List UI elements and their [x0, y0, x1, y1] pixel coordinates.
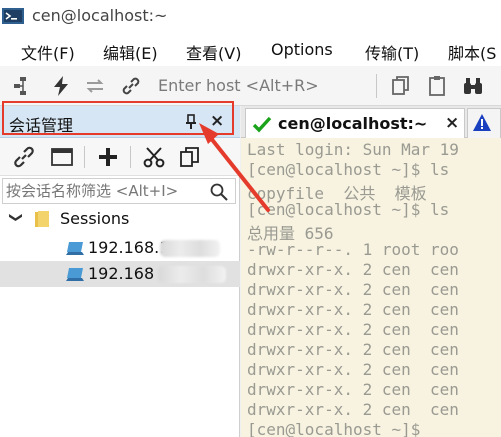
- panel-toolbar-divider: [84, 146, 85, 168]
- menu-bar: 文件(F) 编辑(E) 查看(V) Options 传输(T) 脚本(S: [0, 34, 501, 66]
- terminal-line: drwxr-xr-x. 2 cen cen: [247, 340, 459, 359]
- terminal-line: [cen@localhost ~]$: [247, 420, 421, 437]
- redacted-blur: [160, 240, 220, 257]
- window-title: cen@localhost:~: [32, 6, 168, 25]
- tree-host-row[interactable]: 192.168.1: [0, 235, 240, 261]
- warning-icon: [473, 114, 491, 131]
- search-icon[interactable]: [209, 182, 229, 202]
- panel-toolbar-divider: [130, 146, 131, 168]
- tree-root-sessions[interactable]: ❯ Sessions: [0, 206, 240, 232]
- terminal-line: Last login: Sun Mar 19: [247, 140, 459, 159]
- title-bar: cen@localhost:~: [0, 0, 501, 34]
- annotation-highlight-box: [2, 101, 234, 135]
- quick-connect-icon[interactable]: [50, 75, 72, 97]
- terminal-line: drwxr-xr-x. 2 cen cen: [247, 360, 459, 379]
- host-label: 192.168: [88, 264, 155, 283]
- folder-icon: [35, 211, 49, 227]
- find-binoculars-icon[interactable]: [462, 75, 484, 97]
- tree-host-row-selected[interactable]: 192.168: [0, 261, 240, 287]
- tab-bar: cen@localhost:~ ×: [241, 106, 501, 138]
- session-window-icon[interactable]: [50, 146, 74, 168]
- link-icon[interactable]: [120, 75, 142, 97]
- tab-session-warning[interactable]: [467, 108, 501, 138]
- menu-transfer[interactable]: 传输(T): [365, 40, 419, 64]
- copy-session-icon[interactable]: [178, 146, 202, 168]
- terminal-output[interactable]: Last login: Sun Mar 19 [cen@localhost ~]…: [241, 138, 501, 437]
- terminal-line: [cen@localhost ~]$ ls: [247, 200, 450, 219]
- menu-options[interactable]: Options: [271, 40, 333, 59]
- terminal-line: drwxr-xr-x. 2 cen cen: [247, 280, 459, 299]
- toolbar-divider: [376, 74, 377, 98]
- terminal-line: drwxr-xr-x. 2 cen cen: [247, 400, 459, 419]
- terminal-line: [cen@localhost ~]$ ls: [247, 160, 450, 179]
- menu-edit[interactable]: 编辑(E): [103, 40, 158, 64]
- menu-script[interactable]: 脚本(S: [448, 40, 496, 64]
- toolbar: Enter host <Alt+R>: [0, 66, 501, 106]
- app-icon: [2, 8, 24, 24]
- tab-session-active[interactable]: cen@localhost:~ ×: [245, 108, 465, 138]
- host-monitor-icon: [66, 268, 84, 281]
- terminal-line: -rw-r--r--. 1 root roo: [247, 240, 459, 259]
- connect-tree-icon[interactable]: [12, 75, 34, 97]
- cut-scissors-icon[interactable]: [142, 146, 166, 168]
- enter-host-input[interactable]: Enter host <Alt+R>: [158, 76, 319, 95]
- copy-icon[interactable]: [390, 75, 412, 97]
- host-monitor-icon: [66, 242, 84, 255]
- connected-check-icon: [252, 116, 272, 133]
- new-session-plus-icon[interactable]: [96, 146, 120, 168]
- tab-close-button[interactable]: ×: [445, 113, 459, 133]
- menu-view[interactable]: 查看(V): [186, 40, 241, 64]
- session-manager-panel: 会话管理 × 按会话名称筛选 <Alt+I> ❯ Sessions 192.16…: [0, 106, 240, 437]
- paste-icon[interactable]: [426, 75, 448, 97]
- expand-caret-icon[interactable]: ❯: [8, 212, 23, 223]
- session-filter-input[interactable]: [6, 181, 202, 201]
- connect-link-icon[interactable]: [12, 146, 36, 168]
- tab-label: cen@localhost:~: [278, 114, 428, 133]
- session-filter: [2, 178, 236, 204]
- terminal-line: drwxr-xr-x. 2 cen cen: [247, 260, 459, 279]
- reconnect-icon[interactable]: [84, 75, 106, 97]
- redacted-blur: [158, 266, 226, 283]
- host-label: 192.168.1: [88, 238, 170, 257]
- terminal-line: drwxr-xr-x. 2 cen cen: [247, 300, 459, 319]
- session-panel-toolbar: [0, 138, 240, 176]
- tree-root-label: Sessions: [60, 209, 130, 228]
- menu-file[interactable]: 文件(F): [21, 40, 75, 64]
- terminal-line: drwxr-xr-x. 2 cen cen: [247, 320, 459, 339]
- terminal-line: drwxr-xr-x. 2 cen cen: [247, 380, 459, 399]
